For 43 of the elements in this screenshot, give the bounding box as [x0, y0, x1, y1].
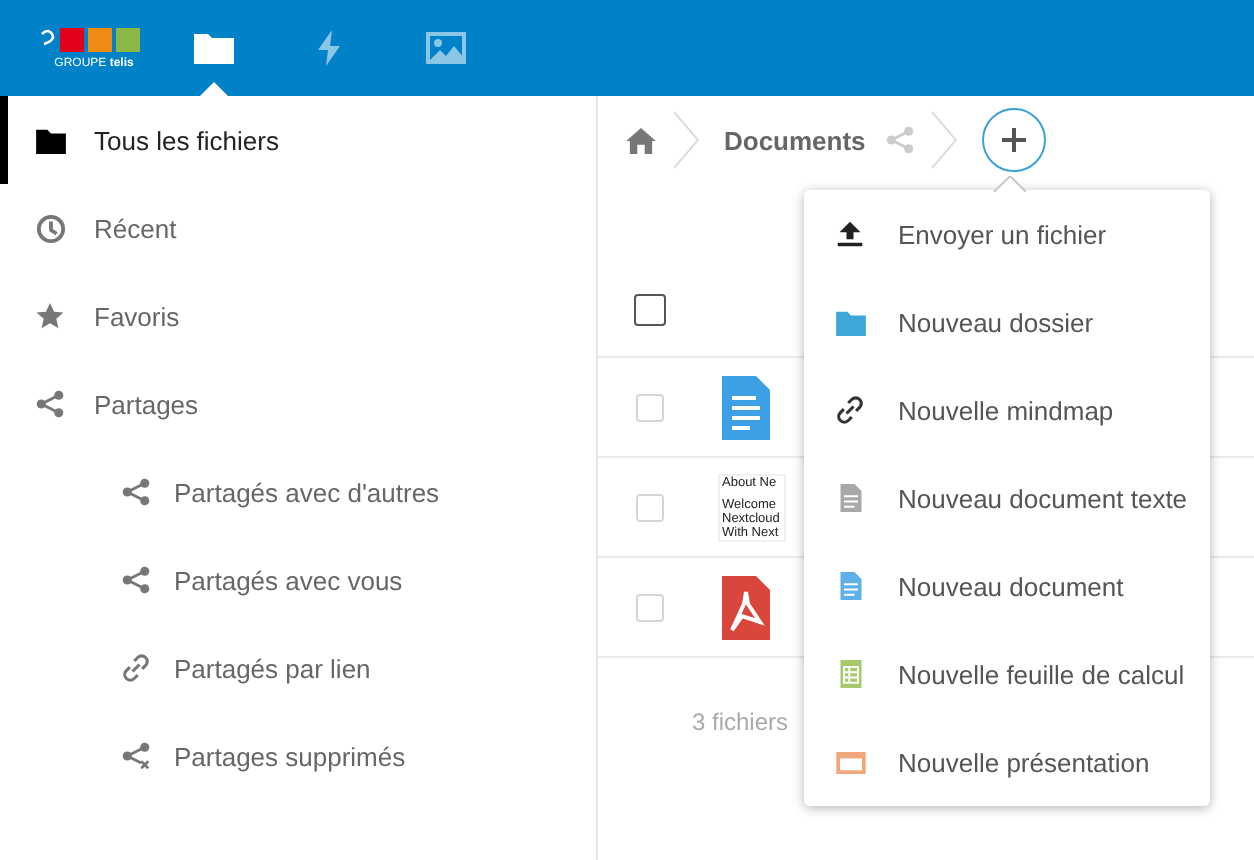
- breadcrumb-separator: [925, 110, 962, 170]
- menu-item[interactable]: Nouvelle feuille de calcul: [804, 630, 1210, 718]
- text-file-icon: [839, 484, 861, 512]
- folder-icon: [835, 309, 865, 335]
- menu-item[interactable]: Nouveau dossier: [804, 278, 1210, 366]
- document-icon: [839, 572, 861, 600]
- link-icon: [836, 396, 864, 424]
- upload-icon: [836, 220, 864, 248]
- link-icon: [122, 654, 150, 682]
- presentation-icon: [835, 751, 865, 773]
- checkbox[interactable]: [634, 294, 666, 326]
- menu-item[interactable]: Nouveau document: [804, 542, 1210, 630]
- share-icon: [122, 478, 150, 506]
- sidebar-item[interactable]: Partages supprimés: [0, 712, 596, 800]
- spreadsheet-icon: [839, 660, 861, 688]
- sidebar-item[interactable]: Récent: [0, 184, 596, 272]
- menu-item[interactable]: Nouvelle mindmap: [804, 366, 1210, 454]
- breadcrumb-separator: [668, 110, 704, 170]
- share-icon[interactable]: [885, 126, 914, 154]
- menu-item[interactable]: Envoyer un fichier: [804, 190, 1210, 278]
- menu-item[interactable]: Nouvelle présentation: [804, 718, 1210, 806]
- text-file-icon: [722, 375, 770, 439]
- sidebar-item[interactable]: Partagés par lien: [0, 624, 596, 712]
- file-count: 3 fichiers: [692, 708, 789, 736]
- share-icon: [36, 390, 64, 418]
- folder-icon: [35, 127, 65, 153]
- menu-item[interactable]: Nouveau document texte: [804, 454, 1210, 542]
- new-button[interactable]: [981, 108, 1046, 172]
- home-icon[interactable]: [626, 127, 656, 153]
- folder-icon: [194, 32, 234, 64]
- sidebar-item[interactable]: Favoris: [0, 272, 596, 360]
- breadcrumb-folder[interactable]: Documents: [716, 125, 886, 155]
- sidebar-item[interactable]: Partagés avec vous: [0, 536, 596, 624]
- sidebar-item[interactable]: Partages: [0, 360, 596, 448]
- star-icon: [36, 302, 64, 330]
- clock-icon: [35, 213, 65, 243]
- pdf-file-icon: [722, 575, 770, 639]
- image-icon: [426, 32, 466, 64]
- share-icon: [122, 566, 150, 594]
- share-cross-icon: [122, 742, 150, 770]
- sidebar-item[interactable]: Partagés avec d'autres: [0, 448, 596, 536]
- lightning-icon: [318, 30, 342, 66]
- plus-icon: [1001, 128, 1026, 152]
